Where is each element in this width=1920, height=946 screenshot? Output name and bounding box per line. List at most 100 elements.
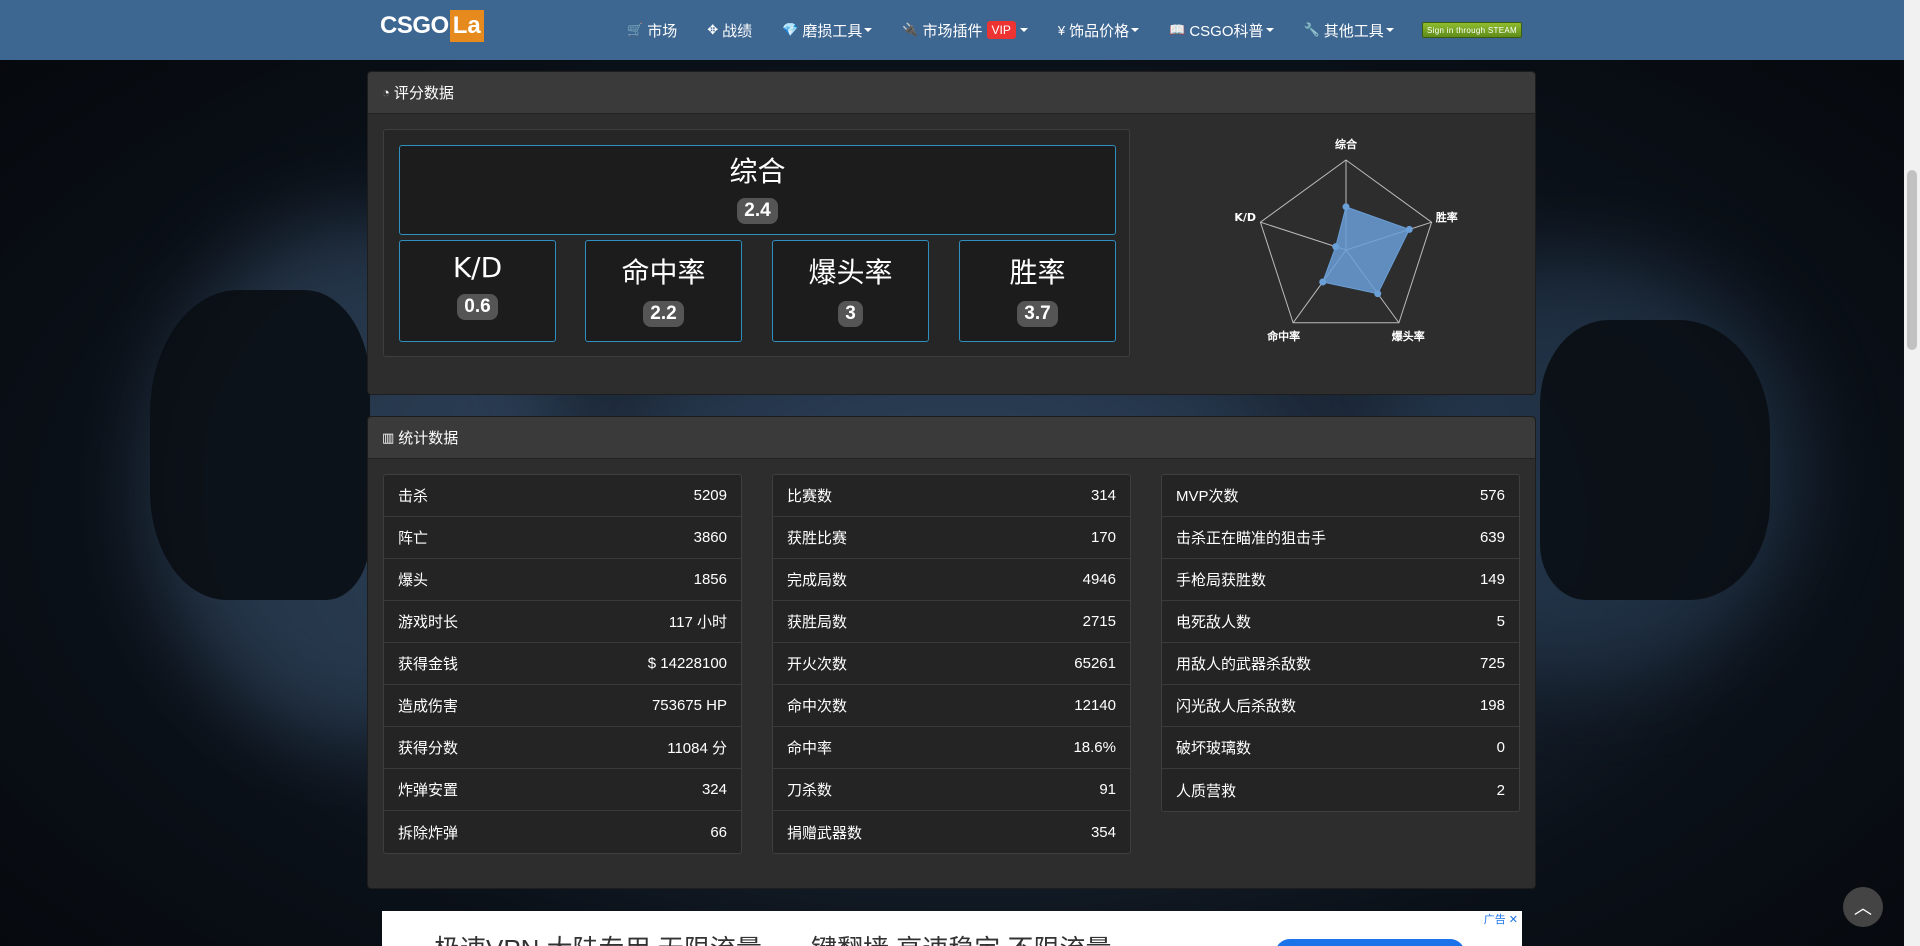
score-label: K/D — [452, 251, 503, 284]
nav-item-4[interactable]: ¥ 饰品价格 — [1057, 20, 1140, 41]
score-panel-title: 评分数据 — [393, 85, 454, 102]
stat-label: 命中次数 — [787, 698, 848, 715]
stat-label: 游戏时长 — [398, 614, 459, 631]
radar-point-0 — [1342, 203, 1350, 211]
ad-tag[interactable]: 广告 ✕ — [1484, 911, 1518, 927]
stat-value: 91 — [1099, 781, 1116, 798]
stat-value: $ 14228100 — [647, 655, 727, 672]
stats-column-3: MVP次数 576 击杀正在瞄准的狙击手 639 手枪局获胜数 149 电死敌人数 5 用敌人的… — [1161, 474, 1520, 812]
nav-item-label: 战绩 — [722, 22, 753, 40]
logo-main-text: CSGO — [380, 12, 449, 39]
stat-row: 开火次数 65261 — [773, 643, 1130, 685]
stats-panel-title: 统计数据 — [398, 430, 459, 447]
ad-tag-label: 广告 — [1483, 914, 1506, 926]
soldier-silhouette-left — [150, 290, 370, 600]
stat-value: 66 — [710, 823, 727, 841]
stat-label: 爆头 — [398, 572, 429, 589]
nav-item-5[interactable]: 📖 CSGO科普 — [1169, 20, 1274, 41]
stat-label: 获胜局数 — [787, 614, 848, 631]
stat-value: 639 — [1479, 529, 1505, 546]
stat-label: 拆除炸弹 — [398, 824, 459, 842]
nav-item-1[interactable]: ✥ 战绩 — [707, 20, 752, 41]
yen-icon: ¥ — [1057, 22, 1066, 38]
caret-down-icon — [1019, 28, 1028, 32]
stats-column-1: 击杀 5209 阵亡 3860 爆头 1856 游戏时长 117 小时获得金钱 $ 142281… — [383, 474, 742, 854]
stat-row: 击杀正在瞄准的狙击手 639 — [1162, 517, 1519, 559]
bar-chart-icon: ▥ — [382, 429, 395, 445]
stat-label: 手枪局获胜数 — [1176, 572, 1267, 589]
radar-chart: 综合胜率爆头率 命中率 K/D — [1234, 137, 1458, 343]
radar-series-area — [1322, 206, 1411, 295]
site-logo[interactable]: CSGO La — [380, 10, 484, 42]
stat-row: MVP次数 576 — [1162, 475, 1519, 517]
nav-item-label: 其他工具 — [1323, 22, 1384, 40]
radar-point-4 — [1332, 243, 1340, 251]
score-label: 爆头率 — [808, 256, 893, 289]
nav-item-label: 市场插件 — [922, 22, 983, 40]
stat-row: 阵亡 3860 — [384, 517, 741, 559]
stats-column-2: 比赛数 314 获胜比赛 170 完成局数 4946 获胜局数 2715 开火次数 65261 命中… — [772, 474, 1131, 854]
stat-label: 炸弹安置 — [398, 782, 459, 799]
score-value: 2.4 — [737, 198, 778, 224]
stat-value: 149 — [1479, 571, 1505, 588]
stat-row: 命中率 18.6% — [773, 727, 1130, 769]
stat-value: 1856 — [693, 571, 727, 588]
stat-label: 获得金钱 — [398, 656, 459, 673]
close-icon[interactable]: ✕ — [1509, 914, 1518, 926]
score-cards: 综合 2.4 K/D 0.6 命中率 2.2 爆头率 3 胜率 3.7 — [383, 129, 1130, 357]
stat-row: 造成伤害 753675 HP — [384, 685, 741, 727]
scrollbar-thumb[interactable] — [1907, 170, 1917, 350]
stat-value: 170 — [1090, 529, 1116, 546]
steam-signin-button[interactable]: Sign in through STEAM — [1422, 22, 1522, 38]
stats-panel-header: ▥ 统计数据 — [368, 417, 1535, 459]
soldier-silhouette-right — [1540, 320, 1770, 600]
crosshair-icon: ✥ — [707, 22, 719, 37]
back-to-top-button[interactable]: ︿ — [1843, 887, 1883, 927]
radar-axis-label: K/D — [1234, 211, 1256, 224]
stat-row: 刀杀数 91 — [773, 769, 1130, 811]
stat-label: 开火次数 — [787, 656, 848, 673]
stat-row: 击杀 5209 — [384, 475, 741, 517]
radar-axis-label: 爆头率 — [1392, 329, 1425, 343]
page-scrollbar[interactable] — [1904, 0, 1920, 946]
diamond-icon: 💎 — [782, 22, 799, 37]
stat-row: 命中次数 12140 — [773, 685, 1130, 727]
radar-axis-label: 命中率 — [1266, 329, 1300, 343]
score-overall: 综合 2.4 — [399, 145, 1116, 235]
stat-row: 人质营救 2 — [1162, 769, 1519, 811]
nav-item-label: 磨损工具 — [802, 22, 863, 40]
score-value: 0.6 — [457, 294, 498, 320]
stat-label: 击杀 — [398, 488, 429, 505]
stat-value: 314 — [1090, 487, 1116, 504]
stat-label: 完成局数 — [787, 572, 848, 589]
stat-value: 12140 — [1074, 697, 1116, 714]
nav-item-3[interactable]: 🔌 市场插件 VIP — [902, 20, 1028, 41]
nav-item-2[interactable]: 💎 磨损工具 — [782, 20, 873, 41]
nav-item-label: CSGO科普 — [1189, 22, 1264, 40]
nav-item-0[interactable]: 🛒 市场 — [627, 20, 677, 41]
caret-down-icon — [1385, 28, 1394, 32]
score-panel-header: ◔ 评分数据 — [368, 72, 1535, 114]
stat-row: 获得分数 11084 分 — [384, 727, 741, 769]
stat-label: 击杀正在瞄准的狙击手 — [1176, 530, 1327, 547]
stat-row: 获胜比赛 170 — [773, 517, 1130, 559]
stat-row: 游戏时长 117 小时 — [384, 601, 741, 643]
stat-label: 比赛数 — [787, 488, 833, 505]
stat-row: 获胜局数 2715 — [773, 601, 1130, 643]
ad-cta-button[interactable] — [1275, 939, 1465, 946]
radar-point-3 — [1319, 278, 1327, 286]
stat-value: 753675 HP — [651, 697, 727, 714]
score-value: 2.2 — [643, 301, 684, 327]
stat-label: 电死敌人数 — [1176, 614, 1252, 631]
nav-item-6[interactable]: 🔧 其他工具 — [1304, 20, 1394, 41]
main-nav: 🛒 市场 ✥ 战绩 💎 磨损工具 🔌 市场插件 VIP ¥ 饰品价格 📖 CSGO科普 🔧 其他工具 — [627, 0, 1424, 60]
dashboard-icon: ◔ — [382, 85, 390, 100]
score-winrate: 胜率 3.7 — [959, 240, 1116, 342]
stat-label: 用敌人的武器杀敌数 — [1176, 656, 1312, 673]
radar-axis-label: 胜率 — [1435, 210, 1458, 224]
nav-item-label: 饰品价格 — [1069, 22, 1130, 40]
stats-panel: ▥ 统计数据 击杀 5209 阵亡 3860 爆头 1856 游戏时长 117 小时获得金钱 $… — [367, 416, 1536, 889]
stat-label: 获得分数 — [398, 740, 459, 757]
ad-banner[interactable]: 极速VPN 大陆专用 无限流量 - 一键翻墙 高速稳定 不限流量 广告 ✕ — [382, 911, 1522, 946]
stat-row: 完成局数 4946 — [773, 559, 1130, 601]
